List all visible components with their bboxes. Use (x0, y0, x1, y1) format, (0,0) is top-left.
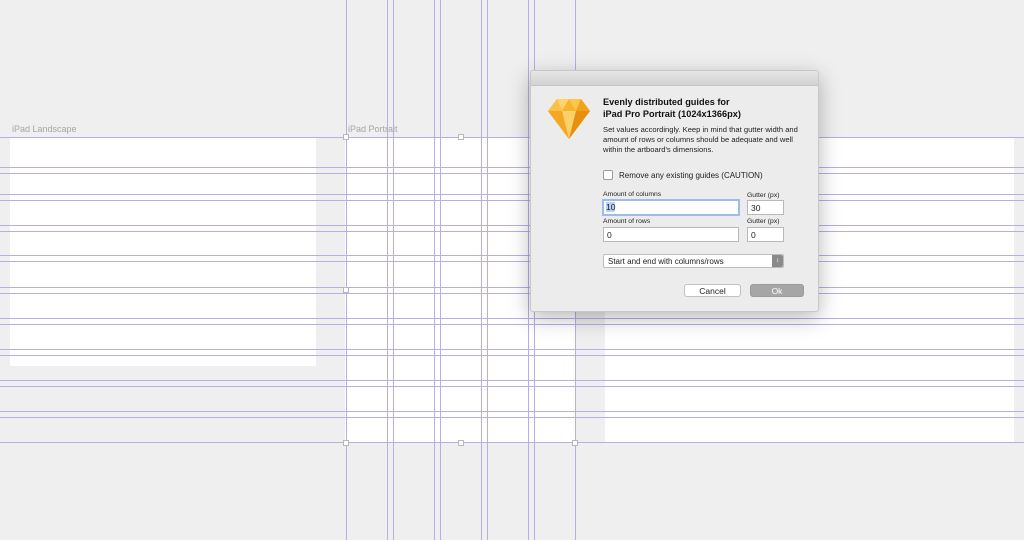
guide-vertical[interactable] (487, 0, 488, 540)
guide-horizontal[interactable] (0, 355, 1024, 356)
resize-handle[interactable] (458, 440, 464, 446)
rows-gutter-label: Gutter (px) (747, 218, 780, 225)
columns-value: 10 (606, 202, 616, 212)
dialog-description: Set values accordingly. Keep in mind tha… (603, 125, 798, 154)
guide-vertical[interactable] (434, 0, 435, 540)
artboard-ipad-landscape[interactable] (10, 137, 316, 366)
columns-input[interactable]: 10 (602, 199, 740, 216)
dialog-title: Evenly distributed guides for iPad Pro P… (603, 97, 808, 120)
guide-horizontal[interactable] (0, 442, 1024, 443)
resize-handle[interactable] (343, 134, 349, 140)
remove-guides-option[interactable]: Remove any existing guides (CAUTION) (603, 170, 763, 180)
guide-horizontal[interactable] (0, 137, 1024, 138)
resize-handle[interactable] (458, 134, 464, 140)
rows-input[interactable]: 0 (603, 227, 739, 242)
chevron-updown-icon[interactable]: ↕ (772, 255, 783, 267)
guide-horizontal[interactable] (0, 417, 1024, 418)
resize-handle[interactable] (343, 440, 349, 446)
resize-handle[interactable] (343, 287, 349, 293)
cancel-button[interactable]: Cancel (684, 284, 741, 297)
guide-horizontal[interactable] (0, 194, 1024, 195)
ok-button[interactable]: Ok (750, 284, 804, 297)
guide-horizontal[interactable] (0, 287, 1024, 288)
guide-horizontal[interactable] (0, 380, 1024, 381)
guide-horizontal[interactable] (0, 231, 1024, 232)
guide-horizontal[interactable] (0, 386, 1024, 387)
columns-label: Amount of columns (603, 191, 662, 198)
guide-horizontal[interactable] (0, 173, 1024, 174)
mode-select-value: Start and end with columns/rows (608, 257, 724, 266)
guide-horizontal[interactable] (0, 255, 1024, 256)
remove-guides-checkbox[interactable] (603, 170, 613, 180)
guide-horizontal[interactable] (0, 225, 1024, 226)
guide-horizontal[interactable] (0, 318, 1024, 319)
guide-horizontal[interactable] (0, 293, 1024, 294)
artboard-label-landscape[interactable]: iPad Landscape (12, 124, 77, 134)
dialog-titlebar[interactable] (531, 71, 818, 86)
guides-dialog: Evenly distributed guides for iPad Pro P… (530, 70, 819, 312)
guide-horizontal[interactable] (0, 324, 1024, 325)
design-canvas[interactable]: iPad Landscape iPad Portrait (0, 0, 1024, 540)
columns-gutter-input[interactable]: 30 (747, 200, 784, 215)
guide-vertical[interactable] (346, 0, 347, 540)
guide-vertical[interactable] (393, 0, 394, 540)
dialog-title-line2: iPad Pro Portrait (1024x1366px) (603, 108, 741, 119)
resize-handle[interactable] (572, 440, 578, 446)
guide-vertical[interactable] (387, 0, 388, 540)
guide-vertical[interactable] (440, 0, 441, 540)
remove-guides-label[interactable]: Remove any existing guides (CAUTION) (619, 171, 763, 180)
guide-horizontal[interactable] (0, 349, 1024, 350)
rows-label: Amount of rows (603, 218, 651, 225)
guide-horizontal[interactable] (0, 411, 1024, 412)
guide-horizontal[interactable] (0, 167, 1024, 168)
dialog-title-line1: Evenly distributed guides for (603, 97, 730, 107)
guide-horizontal[interactable] (0, 200, 1024, 201)
columns-gutter-label: Gutter (px) (747, 192, 780, 199)
sketch-diamond-icon (548, 99, 590, 139)
guide-horizontal[interactable] (0, 261, 1024, 262)
artboard-label-portrait[interactable]: iPad Portrait (348, 124, 398, 134)
guide-vertical[interactable] (481, 0, 482, 540)
guide-vertical[interactable] (528, 0, 529, 540)
mode-select[interactable]: Start and end with columns/rows ↕ (603, 254, 784, 268)
rows-gutter-input[interactable]: 0 (747, 227, 784, 242)
